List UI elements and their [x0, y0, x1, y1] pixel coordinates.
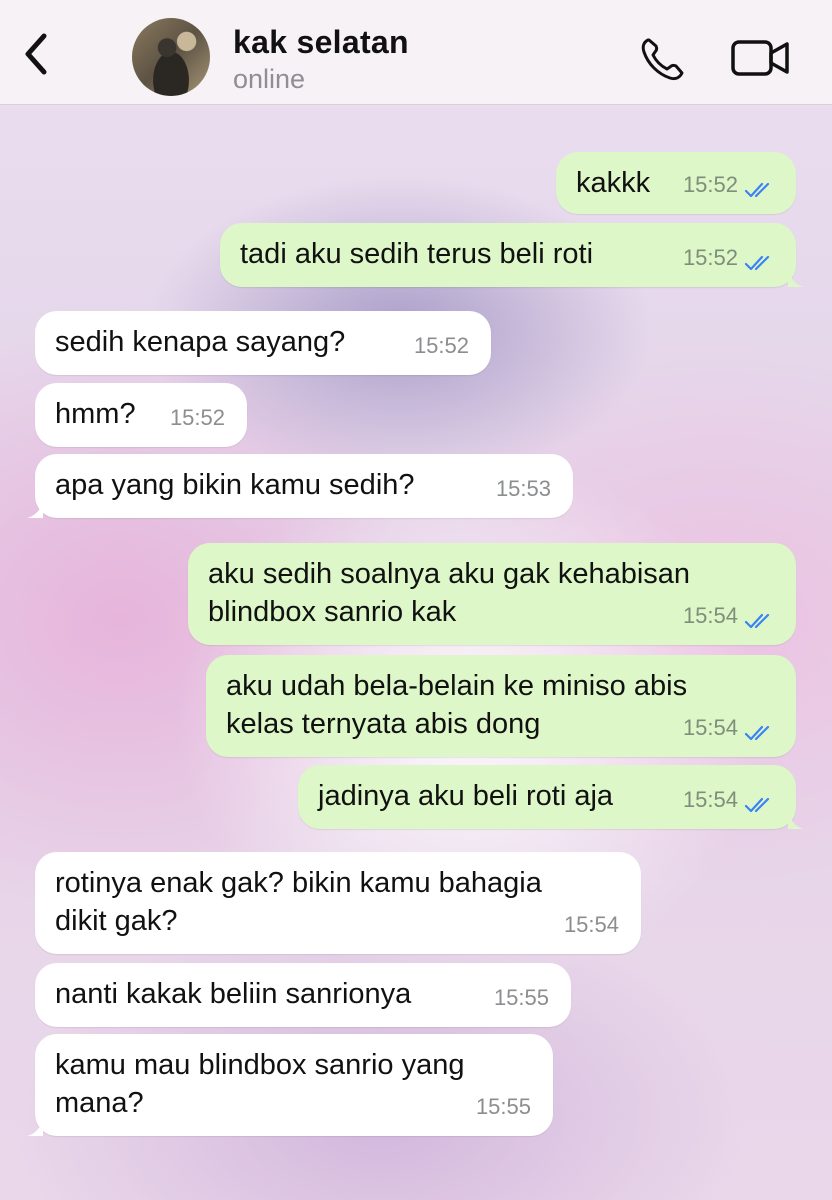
message-time: 15:55	[493, 985, 549, 1010]
bubble-tail	[788, 811, 804, 829]
message-time: 15:52	[682, 245, 738, 270]
message-time: 15:52	[169, 405, 225, 430]
outgoing-message[interactable]: tadi aku sedih terus beli roti 15:52	[220, 223, 804, 287]
message-text: hmm?	[55, 398, 136, 430]
message-time: 15:53	[495, 476, 551, 501]
read-receipt-icon	[744, 797, 770, 813]
message-text: mana?	[55, 1087, 144, 1119]
avatar[interactable]	[132, 18, 210, 96]
outgoing-message[interactable]: aku sedih soalnya aku gak kehabisan blind…	[188, 543, 796, 645]
video-camera-icon	[731, 40, 789, 76]
phone-icon	[641, 38, 684, 81]
voice-call-button[interactable]	[636, 34, 690, 82]
message-text: jadinya aku beli roti aja	[318, 780, 614, 812]
message-time: 15:54	[682, 715, 738, 740]
incoming-message[interactable]: kamu mau blindbox sanrio yang mana? 15:55	[27, 1034, 553, 1136]
read-receipt-icon	[744, 182, 770, 198]
message-text: aku sedih soalnya aku gak kehabisan	[208, 558, 691, 590]
incoming-message[interactable]: hmm? 15:52	[35, 383, 247, 447]
video-call-button[interactable]	[730, 38, 792, 78]
read-receipt-icon	[744, 725, 770, 741]
message-time: 15:55	[475, 1094, 531, 1119]
outgoing-message[interactable]: aku udah bela-belain ke miniso abis kelas…	[206, 655, 796, 757]
chat-header: kak selatan online	[0, 0, 832, 105]
message-text: apa yang bikin kamu sedih?	[55, 469, 415, 501]
message-time: 15:54	[682, 603, 738, 628]
read-receipt-icon	[744, 613, 770, 629]
contact-status: online	[233, 64, 306, 94]
message-text: kelas ternyata abis dong	[226, 708, 541, 740]
message-text: dikit gak?	[55, 905, 178, 937]
outgoing-message[interactable]: kakkk 15:52	[556, 152, 796, 214]
message-time: 15:52	[682, 172, 738, 197]
chevron-left-icon	[25, 33, 47, 75]
incoming-message[interactable]: nanti kakak beliin sanrionya 15:55	[35, 963, 571, 1027]
incoming-message[interactable]: apa yang bikin kamu sedih? 15:53	[27, 454, 573, 518]
message-time: 15:52	[413, 333, 469, 358]
bubble-tail	[27, 1118, 43, 1136]
incoming-message[interactable]: sedih kenapa sayang? 15:52	[35, 311, 491, 375]
incoming-message[interactable]: rotinya enak gak? bikin kamu bahagia diki…	[35, 852, 641, 954]
message-text: rotinya enak gak? bikin kamu bahagia	[55, 867, 542, 899]
message-time: 15:54	[563, 912, 619, 937]
read-receipt-icon	[744, 255, 770, 271]
outgoing-message[interactable]: jadinya aku beli roti aja 15:54	[298, 765, 804, 829]
message-text: kakkk	[576, 167, 651, 199]
bubble-tail	[27, 500, 43, 518]
message-text: sedih kenapa sayang?	[55, 326, 346, 358]
message-text: kamu mau blindbox sanrio yang	[55, 1049, 465, 1081]
message-text: aku udah bela-belain ke miniso abis	[226, 670, 688, 702]
contact-name[interactable]: kak selatan	[233, 24, 409, 61]
message-text: blindbox sanrio kak	[208, 596, 457, 628]
message-text: tadi aku sedih terus beli roti	[240, 238, 594, 270]
message-text: nanti kakak beliin sanrionya	[55, 978, 412, 1010]
bubble-tail	[788, 269, 804, 287]
back-button[interactable]	[18, 30, 58, 78]
message-time: 15:54	[682, 787, 738, 812]
